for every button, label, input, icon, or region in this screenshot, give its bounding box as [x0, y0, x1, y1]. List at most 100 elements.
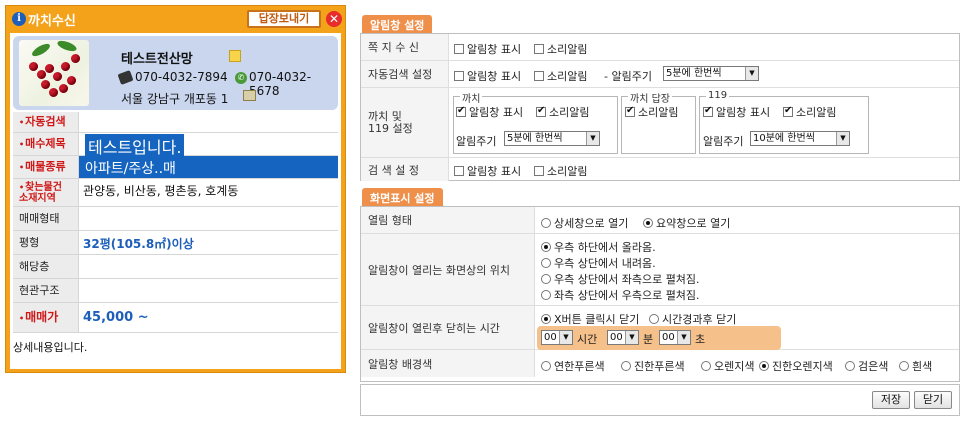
- 119-group: 119 알림창 표시 소리알림 알림주기 10분에 한번씩▼: [699, 90, 869, 154]
- kkachi-period-select[interactable]: 5분에 한번씩 ▼: [504, 131, 600, 146]
- position-radio-1[interactable]: 우측 하단에서 올라옴.: [541, 239, 656, 255]
- position-row: 알림창이 열리는 화면상의 위치 우측 하단에서 올라옴. 우측 상단에서 내려…: [361, 234, 959, 306]
- note-row: 쪽 지 수 신 알림창 표시 소리알림: [361, 34, 959, 61]
- 119-sound-checkbox[interactable]: 소리알림: [783, 104, 836, 120]
- open-type-row: 열림 형태 상세창으로 열기 요약창으로 열기: [361, 207, 959, 234]
- bg-radio-5[interactable]: 검은색: [845, 358, 888, 374]
- open-detail-radio[interactable]: 상세창으로 열기: [541, 215, 628, 231]
- search-sound-checkbox[interactable]: 소리알림: [534, 163, 587, 179]
- business-card: 테스트전산망 070-4032-7894 ✆ 070-4032-5678 서울 …: [13, 36, 338, 110]
- bg-radio-1[interactable]: 연한푸른색: [541, 358, 605, 374]
- tab-display-settings: 화면표시 설정: [362, 188, 443, 208]
- note-sound-checkbox[interactable]: 소리알림: [534, 41, 587, 57]
- row-value: 관양동, 비산동, 평촌동, 호계동: [83, 184, 239, 198]
- row-label: 매수제목: [13, 133, 79, 155]
- minute-select[interactable]: 00 ▼: [607, 330, 639, 345]
- bg-radio-4[interactable]: 진한오렌지색: [759, 358, 833, 374]
- row-label: 알림창이 열린후 닫히는 시간: [361, 306, 535, 349]
- auto-period-select[interactable]: 5분에 한번씩 ▼: [663, 66, 759, 81]
- timer-panel: 00 ▼ 시간 00 ▼ 분 00 ▼ 초: [537, 326, 781, 350]
- row-value: 아파트/주상..매: [85, 161, 176, 177]
- hour-label: 시간: [577, 333, 598, 346]
- row-label: 매매가: [13, 303, 79, 332]
- table-row: 해당층: [13, 255, 338, 279]
- auto-sound-checkbox[interactable]: 소리알림: [534, 68, 587, 84]
- kkachi-popup: i 까치수신 답장보내기 ✕ 테스트전산망 070-4032-7894 ✆ 07…: [5, 5, 346, 373]
- row-label: 알림창이 열리는 화면상의 위치: [361, 234, 535, 305]
- row-label: 현관구조: [13, 279, 79, 302]
- group-legend: 까치: [460, 90, 483, 105]
- close-x-radio[interactable]: X버튼 클릭시 닫기: [541, 311, 639, 327]
- kkachi-119-row: 까치 및 119 설정 까치 알림창 표시 소리알림 알림주기 5분에 한번씩▼…: [361, 88, 959, 158]
- row-label: 까치 및 119 설정: [361, 88, 449, 157]
- open-summary-radio[interactable]: 요약창으로 열기: [643, 215, 730, 231]
- table-row: 찾는물건 소재지역 관양동, 비산동, 평촌동, 호계동: [13, 179, 338, 207]
- group-legend: 119: [706, 90, 730, 101]
- table-row-selected: 매물종류 아파트/주상..매: [13, 156, 338, 179]
- bg-radio-6[interactable]: 흰색: [899, 358, 932, 374]
- row-label: 매매형태: [13, 207, 79, 230]
- footer-bar: 저장 닫기: [360, 384, 960, 416]
- auto-show-checkbox[interactable]: 알림창 표시: [454, 68, 521, 84]
- hour-select[interactable]: 00 ▼: [541, 330, 573, 345]
- search-show-checkbox[interactable]: 알림창 표시: [454, 163, 521, 179]
- kkachi-show-checkbox[interactable]: 알림창 표시: [456, 104, 523, 120]
- position-radio-2[interactable]: 우측 상단에서 내려옴.: [541, 255, 656, 271]
- bg-radio-3[interactable]: 오렌지색: [701, 358, 754, 374]
- close-timer-radio[interactable]: 시간경과후 닫기: [649, 311, 736, 327]
- auto-search-row: 자동검색 설정 알림창 표시 소리알림 - 알림주기 5분에 한번씩 ▼: [361, 61, 959, 88]
- row-label: 검 색 설 정: [361, 158, 449, 181]
- reply-button[interactable]: 답장보내기: [247, 10, 321, 28]
- minute-label: 분: [643, 333, 654, 346]
- row-label: 자동검색 설정: [361, 61, 449, 87]
- reply-sound-checkbox[interactable]: 소리알림: [625, 104, 678, 120]
- table-row: 현관구조: [13, 279, 338, 303]
- kkachi-group: 까치 알림창 표시 소리알림 알림주기 5분에 한번씩▼: [453, 90, 618, 154]
- table-row: 매수제목 테스트입니다.: [13, 133, 338, 158]
- row-label: 알림창 배경색: [361, 350, 535, 377]
- address: 서울 강남구 개포동 1: [121, 92, 229, 106]
- kkachi-period-label: 알림주기: [456, 135, 497, 148]
- display-settings-panel: 열림 형태 상세창으로 열기 요약창으로 열기 알림창이 열리는 화면상의 위치…: [360, 206, 960, 382]
- map-icon[interactable]: [243, 90, 256, 101]
- bg-color-row: 알림창 배경색 연한푸른색 진한푸른색 오렌지색 진한오렌지색 검은색 흰색: [361, 350, 959, 377]
- company-name: 테스트전산망: [121, 52, 193, 67]
- note-show-checkbox[interactable]: 알림창 표시: [454, 41, 521, 57]
- popup-title: 까치수신: [28, 14, 76, 29]
- 119-show-checkbox[interactable]: 알림창 표시: [703, 104, 770, 120]
- table-row: 매매가 45,000 ~: [13, 303, 338, 333]
- second-label: 초: [695, 333, 706, 346]
- 119-period-label: 알림주기: [703, 135, 744, 148]
- close-icon[interactable]: ✕: [326, 11, 342, 27]
- phone-number: 070-4032-7894: [135, 70, 228, 84]
- alarm-settings-panel: 쪽 지 수 신 알림창 표시 소리알림 자동검색 설정 알림창 표시 소리알림 …: [360, 33, 960, 181]
- 119-period-select[interactable]: 10분에 한번씩 ▼: [750, 131, 850, 146]
- info-icon: i: [12, 12, 26, 26]
- group-legend: 까치 답장: [628, 90, 672, 105]
- row-label: 열림 형태: [361, 207, 535, 233]
- row-label: 평형: [13, 231, 79, 254]
- mobile-number: 070-4032-5678: [249, 70, 312, 98]
- close-time-row: 알림창이 열린후 닫히는 시간 X버튼 클릭시 닫기 시간경과후 닫기 00 ▼ …: [361, 306, 959, 350]
- detail-text: 상세내용입니다.: [13, 341, 88, 354]
- position-radio-3[interactable]: 우측 상단에서 좌측으로 펼쳐짐.: [541, 271, 700, 287]
- search-row: 검 색 설 정 알림창 표시 소리알림: [361, 158, 959, 181]
- row-label: 찾는물건 소재지역: [13, 179, 79, 206]
- row-value: 테스트입니다.: [85, 134, 185, 158]
- memo-icon[interactable]: [229, 50, 241, 62]
- auto-period-label: - 알림주기: [604, 70, 652, 83]
- kkachi-sound-checkbox[interactable]: 소리알림: [536, 104, 589, 120]
- popup-body: 테스트전산망 070-4032-7894 ✆ 070-4032-5678 서울 …: [10, 33, 341, 369]
- row-value: 32평(105.8㎡)이상: [83, 237, 194, 251]
- bg-radio-2[interactable]: 진한푸른색: [621, 358, 685, 374]
- table-row: 자동검색: [13, 112, 338, 133]
- row-label: 자동검색: [13, 112, 79, 132]
- second-select[interactable]: 00 ▼: [659, 330, 691, 345]
- close-button[interactable]: 닫기: [914, 391, 952, 409]
- save-button[interactable]: 저장: [872, 391, 910, 409]
- phone-icon: [117, 70, 134, 85]
- position-radio-4[interactable]: 좌측 상단에서 우측으로 펼쳐짐.: [541, 287, 700, 303]
- row-label: 쪽 지 수 신: [361, 34, 449, 60]
- berries-image: [19, 40, 89, 106]
- tab-alarm-settings: 알림창 설정: [362, 15, 433, 35]
